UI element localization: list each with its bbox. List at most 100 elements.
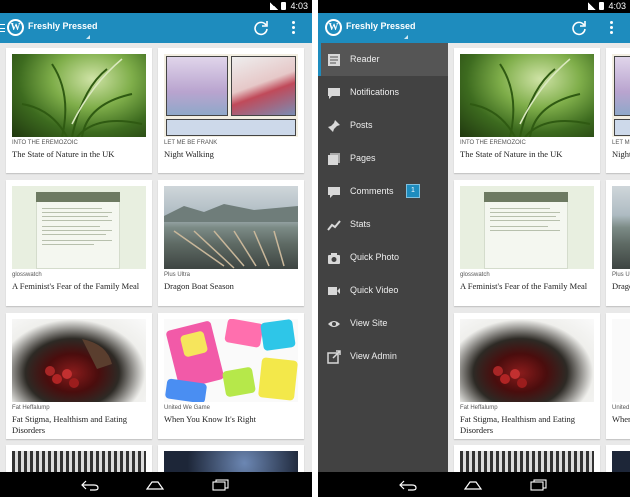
drawer-item-view-admin[interactable]: View Admin — [318, 340, 448, 373]
stats-icon — [327, 220, 341, 231]
post-source: Fat Heffalump — [460, 405, 498, 411]
post-source: Plus Ultra — [164, 272, 191, 278]
post-thumbnail — [164, 319, 298, 402]
posts-icon — [328, 120, 340, 132]
drawer-item-notifications[interactable]: Notifications — [318, 76, 448, 109]
wordpress-logo-icon[interactable]: W — [325, 19, 342, 36]
drawer-item-label: Stats — [350, 219, 371, 229]
post-thumbnail — [12, 54, 146, 137]
post-title: When You Know It's Right — [164, 414, 256, 424]
home-icon[interactable] — [463, 478, 483, 490]
recent-apps-icon[interactable] — [210, 478, 230, 491]
battery-icon — [281, 2, 287, 10]
camera-icon — [328, 253, 340, 264]
post-card[interactable]: INTO THE EREMOZOIC The State of Nature i… — [454, 48, 600, 173]
system-nav-bar — [0, 472, 312, 497]
post-title: The State of Nature in the UK — [12, 149, 115, 159]
action-bar: W Freshly Pressed — [318, 13, 630, 43]
post-thumbnail — [612, 319, 630, 402]
comments-icon — [328, 187, 340, 198]
external-link-icon — [327, 350, 341, 364]
post-source: United We Game — [612, 405, 630, 411]
drawer-item-stats[interactable]: Stats — [318, 208, 448, 241]
post-thumbnail — [12, 319, 146, 402]
status-time: 4:03 — [608, 1, 626, 11]
video-icon — [328, 287, 340, 295]
post-title: A Feminist's Fear of the Family Meal — [12, 281, 140, 291]
signal-icon — [270, 2, 279, 10]
drawer-item-quick-photo[interactable]: Quick Photo — [318, 241, 448, 274]
post-title: Dragon Boat Season — [164, 281, 234, 291]
spinner-caret-icon — [404, 35, 408, 39]
post-card[interactable]: glosswatch A Feminist's Fear of the Fami… — [454, 180, 600, 306]
post-source: INTO THE EREMOZOIC — [12, 140, 78, 146]
back-icon[interactable] — [398, 478, 418, 491]
post-thumbnail — [460, 54, 594, 137]
post-thumbnail — [612, 54, 630, 137]
recent-apps-icon[interactable] — [528, 478, 548, 491]
drawer-toggle-icon[interactable] — [0, 24, 5, 32]
refresh-icon[interactable] — [570, 19, 588, 37]
drawer-item-comments[interactable]: Comments 1 — [318, 175, 448, 208]
post-thumbnail — [460, 319, 594, 402]
post-source: LET ME BE FRANK — [164, 140, 218, 146]
overflow-menu-icon[interactable] — [609, 21, 613, 35]
post-card[interactable]: INTO THE EREMOZOIC The State of Nature i… — [6, 48, 152, 173]
drawer-item-pages[interactable]: Pages — [318, 142, 448, 175]
post-source: glosswatch — [460, 272, 490, 278]
post-card[interactable]: Plus Ultra Dragon Boat Season — [606, 180, 630, 306]
post-card[interactable] — [6, 445, 152, 475]
signal-icon — [588, 2, 597, 10]
blog-selector[interactable]: Freshly Pressed — [28, 21, 98, 31]
post-card[interactable]: United We Game When You Know It's Right — [606, 313, 630, 439]
drawer-item-quick-video[interactable]: Quick Video — [318, 274, 448, 307]
post-card[interactable]: glosswatch A Feminist's Fear of the Fami… — [6, 180, 152, 306]
post-source: glosswatch — [12, 272, 42, 278]
drawer-screen: 4:03 W Freshly Pressed INTO THE EREMOZOI… — [318, 0, 630, 497]
drawer-item-posts[interactable]: Posts — [318, 109, 448, 142]
pages-icon — [328, 153, 340, 165]
post-title: A Feminist's Fear of the Family Meal — [460, 281, 588, 291]
post-card[interactable]: Fat Heffalump Fat Stigma, Healthism and … — [6, 313, 152, 439]
post-card[interactable] — [158, 445, 304, 475]
overflow-menu-icon[interactable] — [291, 21, 295, 35]
drawer-item-label: Pages — [350, 153, 376, 163]
blog-selector[interactable]: Freshly Pressed — [346, 21, 416, 31]
home-icon[interactable] — [145, 478, 165, 490]
post-thumbnail — [460, 186, 594, 269]
reader-icon — [328, 54, 340, 66]
drawer-item-label: Notifications — [350, 87, 400, 97]
eye-icon — [328, 321, 340, 327]
drawer-item-label: Posts — [350, 120, 373, 130]
post-card[interactable]: LET ME BE FRANK Night Walking — [606, 48, 630, 173]
post-title: Dragon Boat Season — [612, 281, 630, 291]
post-title: Night Walking — [164, 149, 214, 159]
post-title: Fat Stigma, Healthism and Eating Disorde… — [12, 414, 127, 435]
refresh-icon[interactable] — [252, 19, 270, 37]
post-source: INTO THE EREMOZOIC — [460, 140, 526, 146]
drawer-item-label: Comments — [350, 186, 394, 196]
status-bar: 4:03 — [0, 0, 312, 13]
wordpress-logo-icon[interactable]: W — [7, 19, 24, 36]
system-nav-bar — [318, 472, 630, 497]
post-title: Night Walking — [612, 149, 630, 159]
drawer-item-view-site[interactable]: View Site — [318, 307, 448, 340]
post-thumbnail — [164, 186, 298, 269]
drawer-item-reader[interactable]: Reader — [318, 43, 448, 76]
post-card[interactable]: United We Game When You Know It's Right — [158, 313, 304, 439]
post-thumbnail — [12, 186, 146, 269]
post-card[interactable]: Fat Heffalump Fat Stigma, Healthism and … — [454, 313, 600, 439]
post-source: Plus Ultra — [612, 272, 630, 278]
post-card[interactable] — [454, 445, 600, 475]
post-card[interactable]: LET ME BE FRANK Night Walking — [158, 48, 304, 173]
post-title: When You Know It's Right — [612, 414, 630, 424]
post-card[interactable] — [606, 445, 630, 475]
back-icon[interactable] — [80, 478, 100, 491]
drawer-item-label: View Site — [350, 318, 388, 328]
post-source: LET ME BE FRANK — [612, 140, 630, 146]
post-card[interactable]: Plus Ultra Dragon Boat Season — [158, 180, 304, 306]
drawer-item-label: Quick Photo — [350, 252, 400, 262]
navigation-drawer: Reader Notifications Posts Pages Comment… — [318, 43, 448, 472]
drawer-item-label: Quick Video — [350, 285, 399, 295]
action-bar: W Freshly Pressed — [0, 13, 312, 43]
